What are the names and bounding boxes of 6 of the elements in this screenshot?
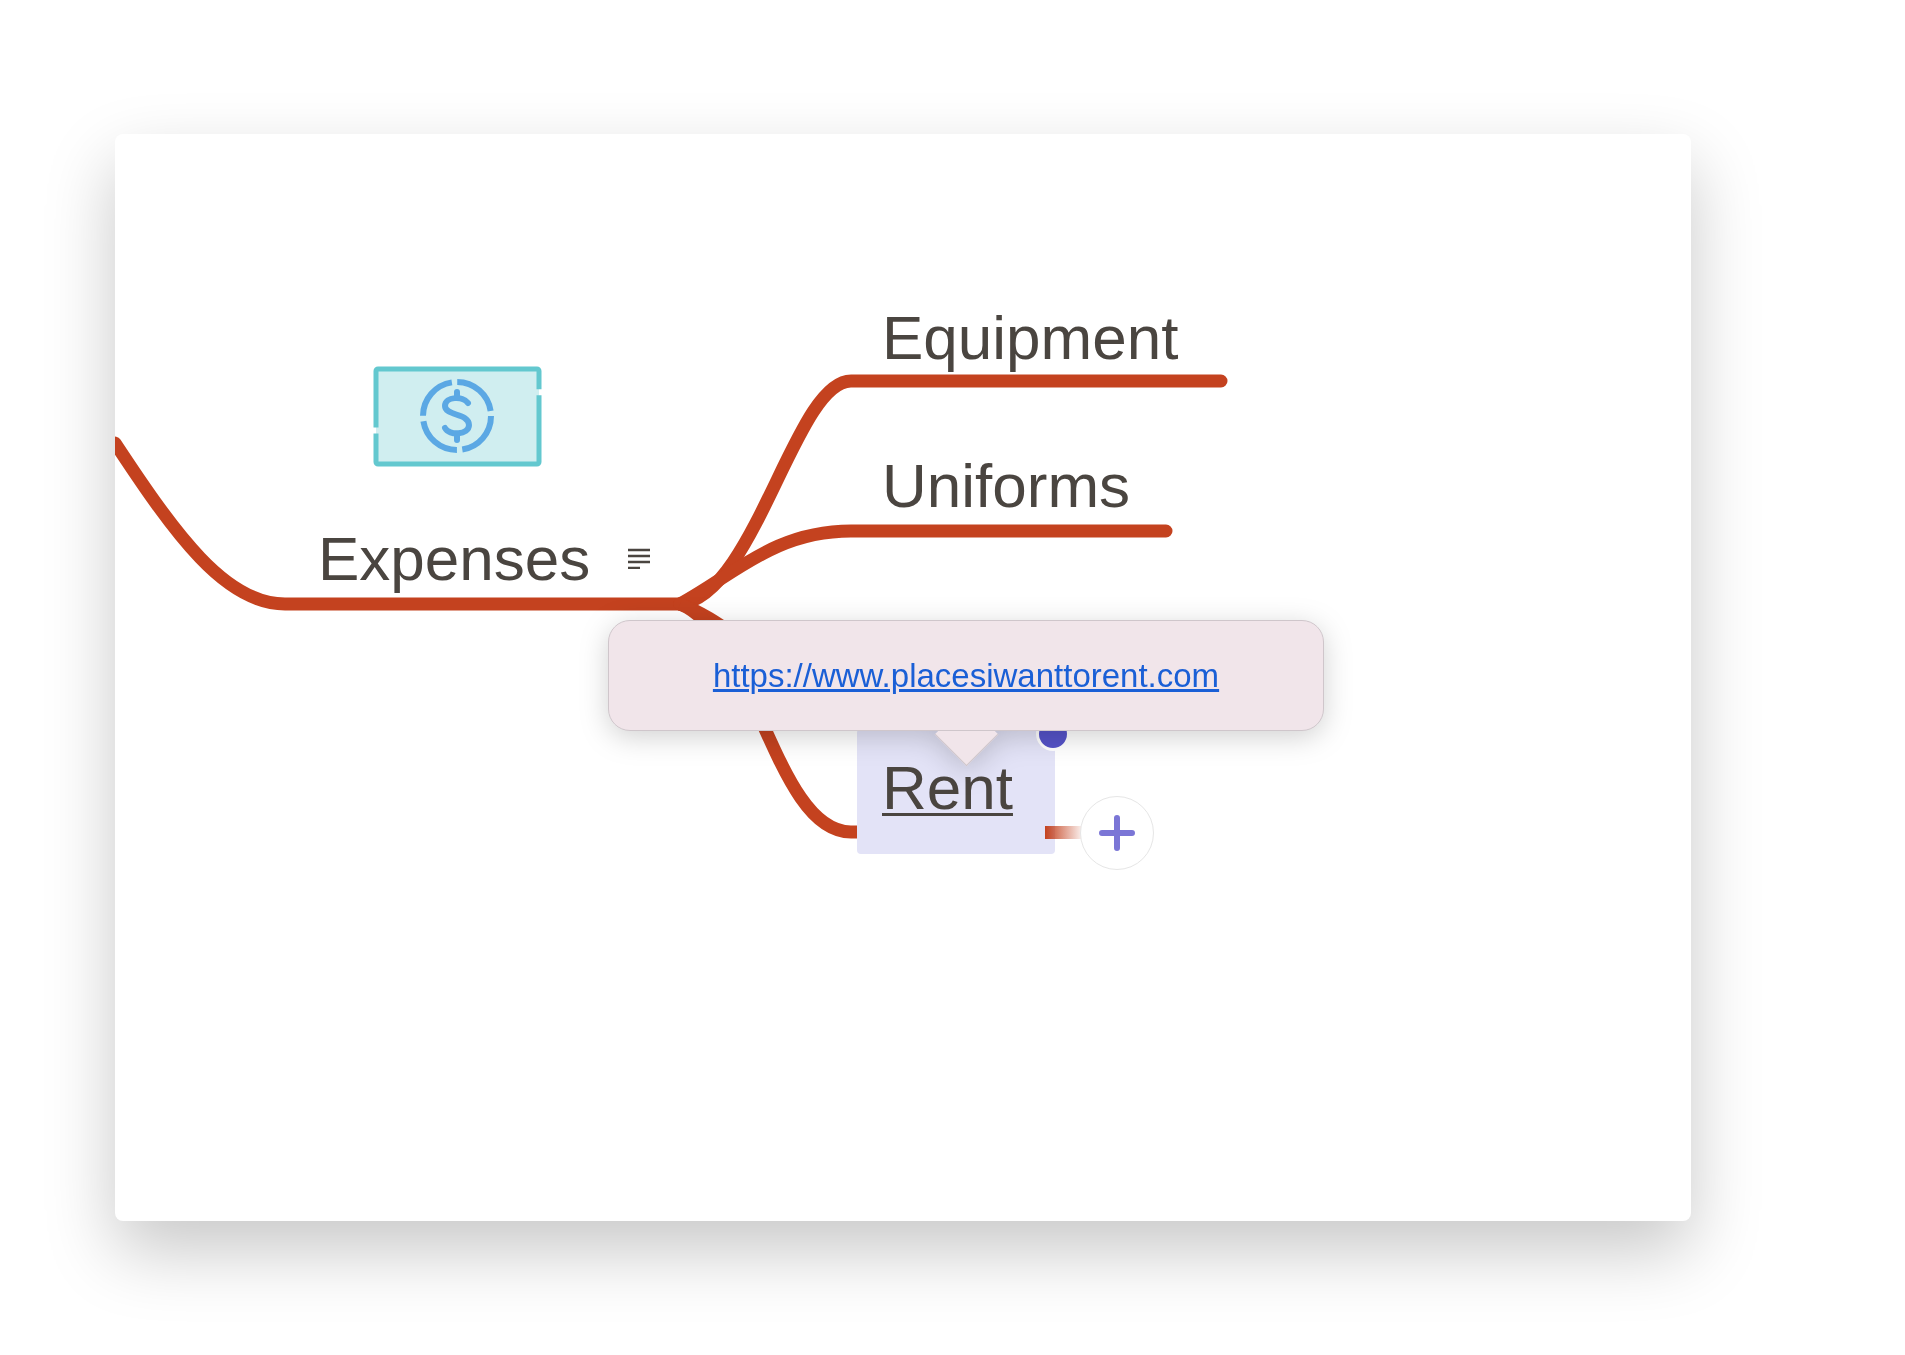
branch-stub	[1045, 826, 1081, 839]
subtopic-label[interactable]: Rent	[882, 757, 1013, 819]
subtopic-label[interactable]: Uniforms	[882, 455, 1131, 517]
notes-icon[interactable]	[626, 547, 652, 569]
dollar-bill-icon	[373, 366, 542, 467]
plus-icon	[1099, 815, 1135, 851]
